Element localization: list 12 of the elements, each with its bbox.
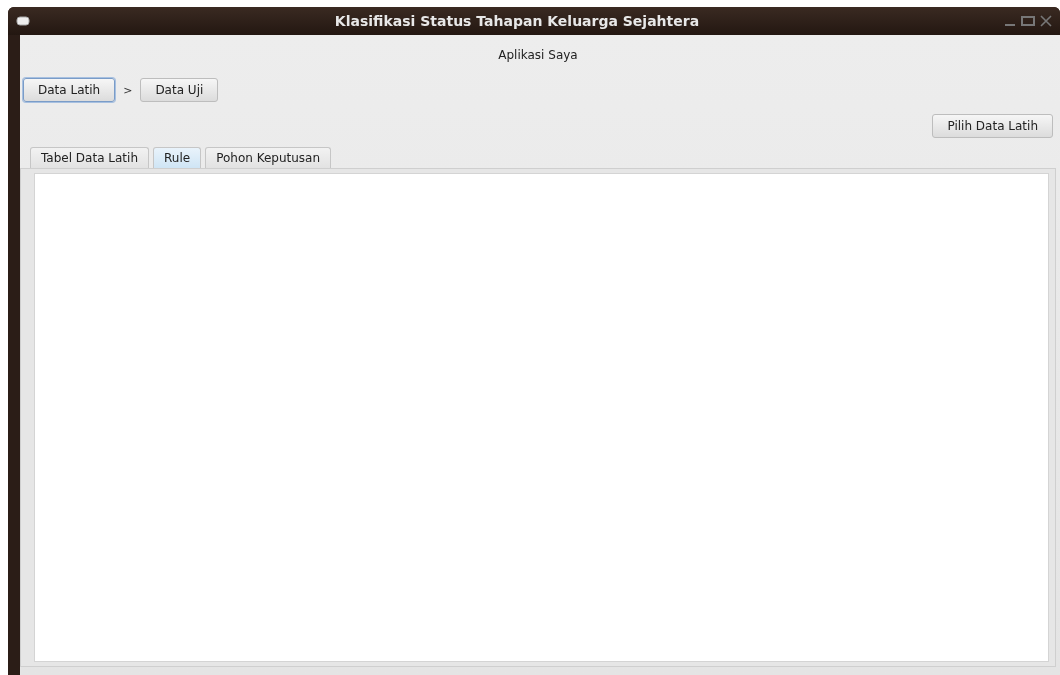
maximize-icon[interactable] xyxy=(1021,15,1035,27)
step-separator: > xyxy=(123,83,133,97)
step-button[interactable]: Data Uji xyxy=(140,78,219,102)
app-heading: Aplikasi Saya xyxy=(497,48,579,62)
choose-data-button[interactable]: Pilih Data Latih xyxy=(932,114,1053,138)
window-title: Klasifikasi Status Tahapan Keluarga Sejahtera xyxy=(333,13,701,29)
tab[interactable]: Tabel Data Latih xyxy=(30,147,149,168)
step-button[interactable]: Data Latih xyxy=(23,78,116,102)
close-icon[interactable] xyxy=(1040,15,1052,27)
tab[interactable]: Pohon Keputusan xyxy=(205,147,332,168)
tab[interactable]: Rule xyxy=(153,147,202,168)
window-icon xyxy=(16,16,30,26)
